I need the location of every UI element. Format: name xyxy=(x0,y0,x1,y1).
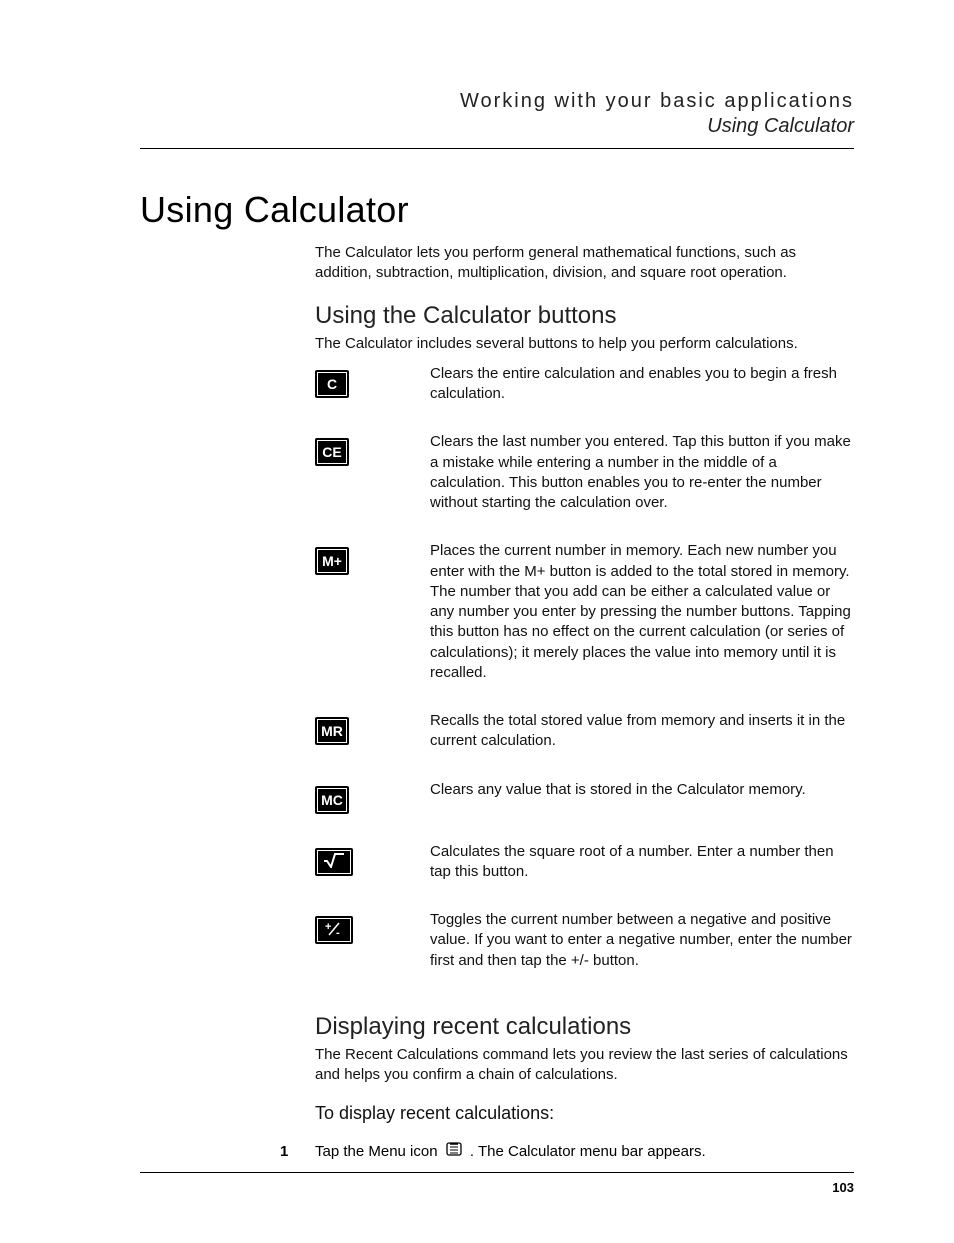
button-icon-cell: MC xyxy=(315,780,430,842)
page-title: Using Calculator xyxy=(140,189,854,231)
calc-key-mc-icon: MC xyxy=(315,786,349,814)
calc-key-plusminus-icon: + - xyxy=(315,916,353,944)
recent-intro: The Recent Calculations command lets you… xyxy=(315,1045,854,1086)
button-icon-cell: CE xyxy=(315,432,430,541)
calc-key-c-icon: C xyxy=(315,370,349,398)
button-desc: Clears any value that is stored in the C… xyxy=(430,780,854,842)
step-number: 1 xyxy=(280,1142,315,1162)
button-row-ce: CE Clears the last number you entered. T… xyxy=(315,432,854,541)
subsection-heading-recent: To display recent calculations: xyxy=(315,1103,854,1124)
button-row-mr: MR Recalls the total stored value from m… xyxy=(315,711,854,780)
footer-rule xyxy=(140,1172,854,1173)
button-icon-cell: M+ xyxy=(315,541,430,711)
button-row-mplus: M+ Places the current number in memory. … xyxy=(315,541,854,711)
button-row-pm: + - Toggles the current number between a… xyxy=(315,910,854,999)
buttons-table: C Clears the entire calculation and enab… xyxy=(315,364,854,999)
running-header-subsection: Using Calculator xyxy=(140,115,854,138)
calc-key-sqrt-icon xyxy=(315,848,353,876)
content-block: The Calculator lets you perform general … xyxy=(315,243,854,1124)
buttons-intro: The Calculator includes several buttons … xyxy=(315,334,854,354)
step-text: Tap the Menu icon . The Calculator menu … xyxy=(315,1142,854,1162)
button-desc: Clears the last number you entered. Tap … xyxy=(430,432,854,541)
page: Working with your basic applications Usi… xyxy=(0,0,954,1243)
button-row-c: C Clears the entire calculation and enab… xyxy=(315,364,854,433)
calc-key-ce-icon: CE xyxy=(315,438,349,466)
button-desc: Toggles the current number between a neg… xyxy=(430,910,854,999)
button-desc: Calculates the square root of a number. … xyxy=(430,842,854,911)
svg-text:-: - xyxy=(336,927,340,938)
calc-key-mplus-icon: M+ xyxy=(315,547,349,575)
button-row-sqrt: Calculates the square root of a number. … xyxy=(315,842,854,911)
button-desc: Clears the entire calculation and enable… xyxy=(430,364,854,433)
step-text-before: Tap the Menu icon xyxy=(315,1143,438,1160)
intro-paragraph: The Calculator lets you perform general … xyxy=(315,243,854,284)
menu-icon xyxy=(446,1142,462,1162)
running-header-section: Working with your basic applications xyxy=(140,90,854,113)
page-number: 103 xyxy=(832,1180,854,1195)
step-text-after: . The Calculator menu bar appears. xyxy=(470,1143,706,1160)
header-rule xyxy=(140,148,854,149)
calc-key-mr-icon: MR xyxy=(315,717,349,745)
button-icon-cell: MR xyxy=(315,711,430,780)
button-icon-cell: + - xyxy=(315,910,430,999)
button-icon-cell xyxy=(315,842,430,911)
section-heading-buttons: Using the Calculator buttons xyxy=(315,302,854,330)
button-icon-cell: C xyxy=(315,364,430,433)
button-row-mc: MC Clears any value that is stored in th… xyxy=(315,780,854,842)
svg-text:+: + xyxy=(325,921,331,933)
section-heading-recent: Displaying recent calculations xyxy=(315,1013,854,1041)
button-desc: Recalls the total stored value from memo… xyxy=(430,711,854,780)
button-desc: Places the current number in memory. Eac… xyxy=(430,541,854,711)
step-row: 1 Tap the Menu icon . The Calculator men… xyxy=(280,1142,854,1162)
